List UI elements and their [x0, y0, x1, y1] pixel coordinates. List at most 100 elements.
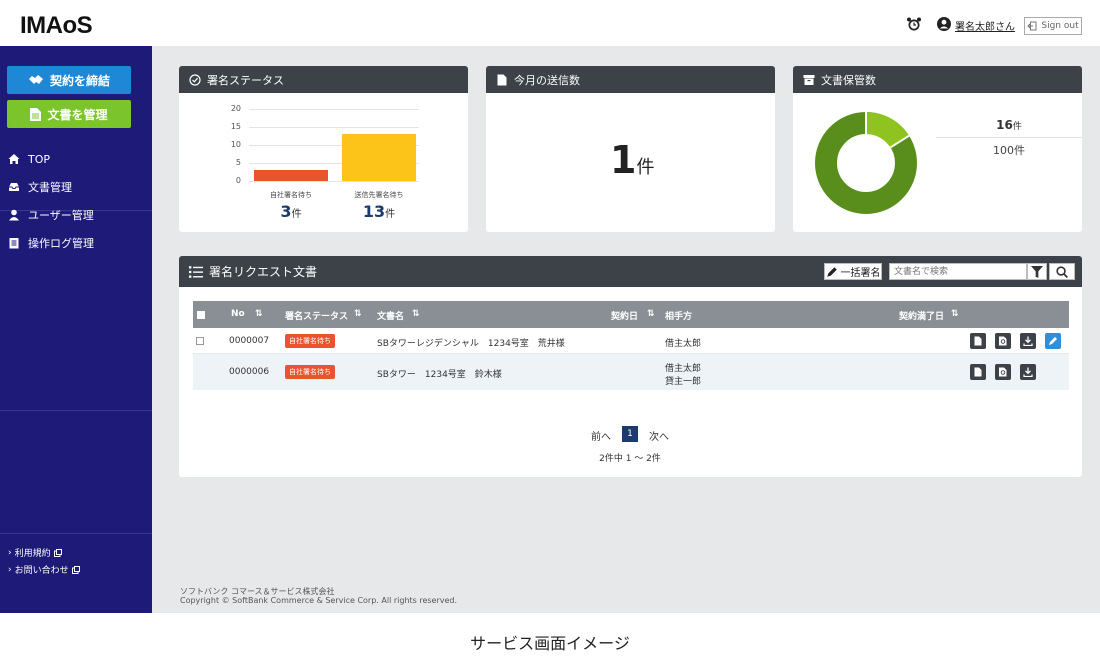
sign-contract-button[interactable]: 契約を締結 [7, 66, 131, 94]
alarm-clock-icon[interactable] [906, 16, 922, 32]
external-link-icon [53, 548, 62, 557]
row-checkbox[interactable] [196, 337, 204, 345]
bar-count-label: 3件 [280, 202, 302, 221]
signout-button[interactable]: Sign out [1024, 17, 1082, 35]
card-header: 文書保管数 [793, 66, 1082, 93]
sidebar-divider [0, 410, 152, 411]
select-all-checkbox[interactable] [197, 311, 205, 319]
preview-document-button[interactable] [995, 333, 1011, 349]
sort-icon[interactable]: ⇅ [647, 309, 655, 319]
contact-label: お問い合わせ [14, 566, 69, 576]
status-badge: 自社署名待ち [285, 334, 335, 348]
pager-prev[interactable]: 前へ [591, 428, 611, 443]
sort-icon[interactable]: ⇅ [354, 309, 362, 319]
view-document-button[interactable] [970, 333, 986, 349]
search-button[interactable] [1049, 263, 1075, 280]
sort-icon[interactable]: ⇅ [255, 309, 263, 319]
table-row: 0000007 自社署名待ち SBタワーレジデンシャル 1234号室 荒井様 借… [193, 328, 1069, 354]
column-header-doc-name[interactable]: 文書名 [377, 309, 404, 322]
card-header: 署名ステータス [179, 66, 468, 93]
row-doc-name[interactable]: SBタワーレジデンシャル 1234号室 荒井様 [377, 336, 565, 349]
signature-request-card: 署名リクエスト文書 一括署名 No ⇅ 署名ステータス ⇅ 文書名 ⇅ 契約日 … [179, 256, 1082, 477]
chevron-right-icon: › [8, 547, 12, 558]
bulk-sign-label: 一括署名 [840, 268, 881, 279]
filter-icon [1031, 265, 1043, 278]
bar-count-unit: 件 [385, 209, 396, 220]
pager-next[interactable]: 次へ [649, 428, 669, 443]
contact-link[interactable]: › お問い合わせ [8, 563, 80, 576]
filter-button[interactable] [1027, 263, 1047, 280]
nav-item-label: 文書管理 [28, 181, 72, 194]
view-document-button[interactable] [970, 364, 986, 380]
external-link-icon [71, 565, 80, 574]
app-logo[interactable]: IMAoS [20, 12, 93, 40]
bulk-sign-button[interactable]: 一括署名 [824, 263, 882, 280]
document-icon [974, 367, 982, 377]
sort-icon[interactable]: ⇅ [951, 309, 959, 319]
top-bar: IMAoS 署名太郎さん Sign out [0, 0, 1100, 46]
terms-link[interactable]: › 利用規約 [8, 546, 62, 559]
sign-contract-label: 契約を締結 [49, 73, 110, 88]
clipboard-icon [9, 238, 19, 249]
storage-used-count: 16件 [936, 118, 1082, 132]
user-icon [9, 209, 19, 221]
y-tick-label: 5 [235, 158, 241, 167]
storage-donut-chart [815, 112, 917, 214]
nav-item-label: ユーザー管理 [28, 209, 94, 222]
app-window: IMAoS 署名太郎さん Sign out 契約を締結 文書を管理 TOP 文書… [0, 0, 1100, 613]
card-header: 署名リクエスト文書 一括署名 [179, 256, 1082, 287]
user-avatar-icon [937, 17, 951, 31]
document-icon [30, 107, 42, 121]
nav-item-users[interactable]: ユーザー管理 [8, 205, 94, 225]
document-search-input[interactable] [889, 263, 1027, 280]
sort-icon[interactable]: ⇅ [412, 309, 420, 319]
bar-recipient-signature-pending[interactable] [342, 134, 416, 181]
sign-button[interactable] [1045, 333, 1061, 349]
list-icon [189, 265, 203, 278]
download-icon [1023, 367, 1033, 377]
pager-current-page[interactable]: 1 [622, 426, 638, 442]
bar-count-unit: 件 [291, 209, 302, 220]
table-row: 0000006 自社署名待ち SBタワー 1234号室 鈴木様 借主太郎 貸主一… [193, 354, 1069, 390]
document-search-icon [999, 336, 1007, 346]
terms-label: 利用規約 [14, 549, 51, 559]
row-party: 貸主一郎 [665, 377, 702, 387]
storage-used-unit: 件 [1012, 122, 1022, 132]
document-storage-card: 文書保管数 16件 100件 [793, 66, 1082, 232]
x-tick-label: 送信先署名待ち [354, 191, 404, 199]
gridline [249, 109, 419, 110]
nav-item-documents[interactable]: 文書管理 [8, 177, 72, 197]
preview-document-button[interactable] [995, 364, 1011, 380]
manage-documents-button[interactable]: 文書を管理 [7, 100, 131, 128]
column-header-expiry[interactable]: 契約満了日 [899, 309, 944, 322]
status-badge: 自社署名待ち [285, 365, 335, 379]
bar-own-signature-pending[interactable] [254, 170, 328, 181]
column-header-status[interactable]: 署名ステータス [285, 309, 348, 322]
card-title: 今月の送信数 [514, 73, 580, 87]
sidebar: 契約を締結 文書を管理 TOP 文書管理 ユーザー管理 操作ログ管理 › 利用規… [0, 46, 152, 613]
column-header-contract-date[interactable]: 契約日 [611, 309, 638, 322]
pen-icon [1049, 337, 1057, 345]
manage-documents-label: 文書を管理 [47, 107, 108, 122]
download-button[interactable] [1020, 364, 1036, 380]
storage-used-value: 16 [996, 118, 1013, 132]
card-title: 文書保管数 [821, 73, 876, 87]
handshake-icon [28, 75, 43, 84]
sidebar-divider [0, 533, 152, 534]
nav-item-top[interactable]: TOP [8, 149, 50, 169]
image-caption: サービス画面イメージ [470, 634, 630, 653]
user-name-link[interactable]: 署名太郎さん [955, 18, 1015, 33]
column-header-no[interactable]: No [231, 309, 245, 319]
download-button[interactable] [1020, 333, 1036, 349]
home-icon [8, 154, 20, 164]
legend-divider [936, 137, 1082, 138]
row-doc-name[interactable]: SBタワー 1234号室 鈴木様 [377, 367, 502, 380]
x-tick-label: 自社署名待ち [270, 191, 312, 199]
nav-item-logs[interactable]: 操作ログ管理 [8, 233, 94, 253]
document-icon [497, 74, 507, 85]
column-header-party: 相手方 [665, 312, 693, 322]
row-no: 0000006 [229, 367, 270, 377]
document-icon [974, 336, 982, 346]
y-tick-label: 15 [230, 122, 241, 131]
table-header: No ⇅ 署名ステータス ⇅ 文書名 ⇅ 契約日 ⇅ 相手方 契約満了日 ⇅ [193, 301, 1069, 328]
